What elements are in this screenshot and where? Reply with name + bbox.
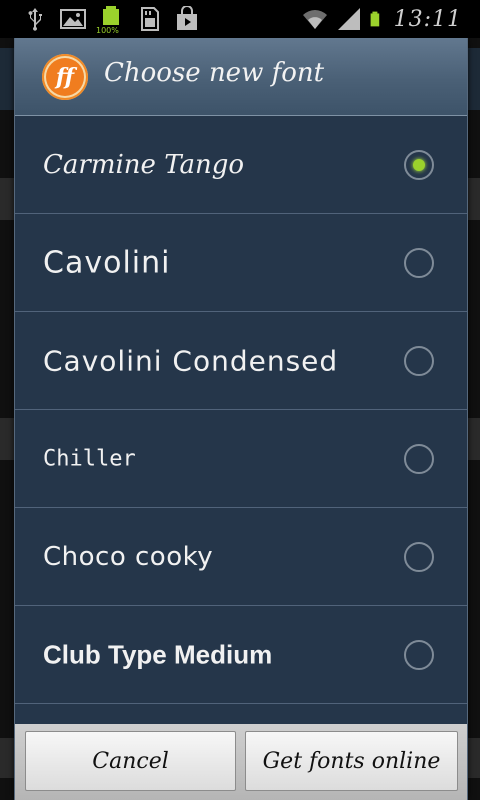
font-item-chiller[interactable]: Chiller [15,410,467,508]
radio-button[interactable] [404,247,434,278]
font-name: Cavolini Condensed [43,344,339,377]
font-item-cavolini-condensed[interactable]: Cavolini Condensed [15,312,467,410]
sd-card-icon [141,7,159,31]
battery-full-icon: 100% [96,6,124,35]
status-right-icons: 13:11 [302,4,462,34]
font-list: Carmine Tango Cavolini Cavolini Condense… [15,116,467,704]
battery-percent-label: 100% [96,26,119,35]
radio-button[interactable] [404,345,434,376]
app-logo-text: ff [46,58,84,96]
get-fonts-online-button[interactable]: Get fonts online [245,731,458,791]
app-logo-icon: ff [42,54,88,100]
radio-button[interactable] [404,639,434,670]
font-item-club-type-medium[interactable]: Club Type Medium [15,606,467,704]
play-store-icon [177,6,197,30]
usb-icon [28,8,42,31]
dialog-header: ff Choose new font [15,38,467,116]
signal-icon [337,8,360,30]
font-chooser-dialog: ff Choose new font Carmine Tango Cavolin… [14,38,468,800]
radio-button[interactable] [404,443,434,474]
font-item-cavolini[interactable]: Cavolini [15,214,467,312]
font-item-carmine-tango[interactable]: Carmine Tango [15,116,467,214]
font-name: Carmine Tango [43,149,245,180]
font-name: Club Type Medium [43,639,273,669]
wifi-icon [302,10,327,30]
image-icon [60,9,86,29]
battery-icon [370,11,379,27]
cancel-button[interactable]: Cancel [25,731,236,791]
radio-button-selected[interactable] [404,149,434,180]
status-left-icons: 100% [22,4,200,35]
font-name: Choco cooky [43,541,214,572]
dialog-button-bar: Cancel Get fonts online [15,724,467,800]
font-item-choco-cooky[interactable]: Choco cooky [15,508,467,606]
font-name: Chiller [43,446,136,471]
status-bar: 100% 13:11 [0,0,480,38]
font-name: Cavolini [43,245,171,280]
dialog-title: Choose new font [104,58,325,88]
radio-button[interactable] [404,541,434,572]
clock: 13:11 [393,6,462,32]
